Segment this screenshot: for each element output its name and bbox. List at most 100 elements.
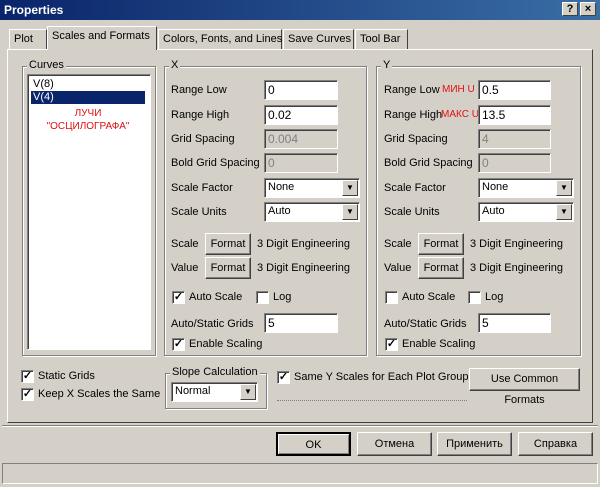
y-bold-grid-input[interactable]: 0 bbox=[478, 153, 551, 173]
y-grid-spacing-input[interactable]: 4 bbox=[478, 129, 551, 149]
x-scale-units-select[interactable]: Auto ▼ bbox=[264, 202, 360, 222]
y-range-low-note: МИН U bbox=[442, 84, 475, 95]
cancel-button[interactable]: Отмена bbox=[357, 432, 432, 456]
y-auto-scale-checkbox[interactable] bbox=[385, 291, 398, 304]
tab-label: Plot bbox=[14, 33, 33, 45]
x-scale-format-button[interactable]: Format bbox=[205, 233, 251, 255]
apply-button[interactable]: Применить bbox=[437, 432, 512, 456]
curves-group-label: Curves bbox=[27, 59, 66, 71]
select-value: Auto bbox=[268, 205, 291, 217]
dialog-separator bbox=[2, 425, 598, 427]
y-scale-format-text: 3 Digit Engineering bbox=[470, 238, 563, 250]
title-bar: Properties bbox=[0, 0, 600, 20]
x-group-label: X bbox=[169, 59, 181, 71]
y-group-label: Y bbox=[381, 59, 393, 71]
curves-annotation-1: ЛУЧИ bbox=[74, 108, 102, 119]
x-auto-scale-checkbox[interactable]: ✓ bbox=[172, 291, 185, 304]
y-scale-label: Scale bbox=[384, 238, 412, 250]
x-value-format-text: 3 Digit Engineering bbox=[257, 262, 350, 274]
x-auto-static-input[interactable]: 5 bbox=[264, 313, 338, 333]
chevron-down-icon[interactable]: ▼ bbox=[342, 180, 358, 196]
x-scale-format-text: 3 Digit Engineering bbox=[257, 238, 350, 250]
y-scale-factor-select[interactable]: None ▼ bbox=[478, 178, 574, 198]
static-grids-label: Static Grids bbox=[38, 370, 95, 382]
ok-button[interactable]: OK bbox=[276, 432, 351, 456]
curves-annotation-2: "ОСЦИЛОГРАФА" bbox=[46, 121, 130, 132]
y-range-high-note: МАКС U bbox=[441, 109, 479, 120]
y-range-low-input[interactable]: 0.5 bbox=[478, 80, 551, 100]
y-value-label: Value bbox=[384, 262, 412, 274]
y-value-format-text: 3 Digit Engineering bbox=[470, 262, 563, 274]
y-range-high-label: Range High bbox=[384, 109, 443, 121]
x-scale-factor-label: Scale Factor bbox=[171, 182, 233, 194]
y-range-high-input[interactable]: 13.5 bbox=[478, 105, 551, 125]
same-y-scales-label: Same Y Scales for Each Plot Group bbox=[294, 371, 469, 383]
y-range-low-label: Range Low bbox=[384, 84, 440, 96]
separator-line bbox=[277, 400, 467, 401]
curves-list[interactable]: V(8) V(4) ЛУЧИ "ОСЦИЛОГРАФА" bbox=[27, 74, 151, 350]
select-value: Auto bbox=[482, 205, 505, 217]
x-range-low-input[interactable]: 0 bbox=[264, 80, 338, 100]
y-auto-scale-label: Auto Scale bbox=[402, 291, 456, 303]
x-log-checkbox[interactable] bbox=[256, 291, 269, 304]
x-auto-scale-label: Auto Scale bbox=[189, 291, 243, 303]
x-bold-grid-label: Bold Grid Spacing bbox=[171, 157, 260, 169]
y-scale-units-select[interactable]: Auto ▼ bbox=[478, 202, 574, 222]
tab-tool-bar[interactable]: Tool Bar bbox=[355, 29, 408, 49]
y-enable-scaling-checkbox[interactable]: ✓ bbox=[385, 338, 398, 351]
select-value: Normal bbox=[175, 385, 211, 397]
x-value-format-button[interactable]: Format bbox=[205, 257, 251, 279]
help-button[interactable]: Справка bbox=[518, 432, 593, 456]
slope-calculation-select[interactable]: Normal ▼ bbox=[171, 382, 258, 402]
tab-label: Tool Bar bbox=[360, 33, 401, 45]
y-scale-format-button[interactable]: Format bbox=[418, 233, 464, 255]
y-bold-grid-label: Bold Grid Spacing bbox=[384, 157, 473, 169]
keep-x-scales-label: Keep X Scales the Same bbox=[38, 388, 161, 400]
tab-scales-and-formats[interactable]: Scales and Formats bbox=[47, 26, 157, 50]
keep-x-scales-checkbox[interactable]: ✓ bbox=[21, 388, 34, 401]
list-item-selected[interactable]: V(4) bbox=[31, 91, 145, 104]
tab-label: Scales and Formats bbox=[52, 30, 150, 42]
y-enable-scaling-label: Enable Scaling bbox=[402, 338, 476, 350]
select-value: None bbox=[482, 181, 509, 193]
x-scale-factor-select[interactable]: None ▼ bbox=[264, 178, 360, 198]
x-log-label: Log bbox=[273, 291, 292, 303]
x-enable-scaling-checkbox[interactable]: ✓ bbox=[172, 338, 185, 351]
static-grids-checkbox[interactable]: ✓ bbox=[21, 370, 34, 383]
x-range-high-input[interactable]: 0.02 bbox=[264, 105, 338, 125]
select-value: None bbox=[268, 181, 295, 193]
list-item[interactable]: V(8) bbox=[31, 78, 145, 91]
x-range-high-label: Range High bbox=[171, 109, 230, 121]
x-auto-static-label: Auto/Static Grids bbox=[171, 318, 254, 330]
slope-calculation-label: Slope Calculation bbox=[170, 366, 260, 378]
chevron-down-icon[interactable]: ▼ bbox=[342, 204, 358, 220]
chevron-down-icon[interactable]: ▼ bbox=[556, 204, 572, 220]
chevron-down-icon[interactable]: ▼ bbox=[240, 384, 256, 400]
x-bold-grid-input[interactable]: 0 bbox=[264, 153, 338, 173]
use-common-formats-button[interactable]: Use Common Formats bbox=[469, 368, 580, 406]
x-value-label: Value bbox=[171, 262, 199, 274]
tab-colors-fonts-lines[interactable]: Colors, Fonts, and Lines bbox=[158, 29, 282, 49]
y-scale-factor-label: Scale Factor bbox=[384, 182, 446, 194]
tab-save-curves[interactable]: Save Curves bbox=[283, 29, 354, 49]
y-auto-static-input[interactable]: 5 bbox=[478, 313, 551, 333]
y-scale-units-label: Scale Units bbox=[384, 206, 440, 218]
tab-label: Colors, Fonts, and Lines bbox=[163, 33, 283, 45]
chevron-down-icon[interactable]: ▼ bbox=[556, 180, 572, 196]
tab-plot[interactable]: Plot bbox=[9, 29, 47, 49]
y-grid-spacing-label: Grid Spacing bbox=[384, 133, 448, 145]
window-title: Properties bbox=[4, 3, 64, 17]
same-y-scales-checkbox[interactable]: ✓ bbox=[277, 371, 290, 384]
close-button[interactable]: × bbox=[580, 2, 596, 16]
x-scale-label: Scale bbox=[171, 238, 199, 250]
y-value-format-button[interactable]: Format bbox=[418, 257, 464, 279]
y-log-label: Log bbox=[485, 291, 504, 303]
status-bar bbox=[2, 463, 598, 484]
x-scale-units-label: Scale Units bbox=[171, 206, 227, 218]
x-enable-scaling-label: Enable Scaling bbox=[189, 338, 263, 350]
x-range-low-label: Range Low bbox=[171, 84, 227, 96]
help-title-button[interactable]: ? bbox=[562, 2, 578, 16]
y-log-checkbox[interactable] bbox=[468, 291, 481, 304]
x-grid-spacing-label: Grid Spacing bbox=[171, 133, 235, 145]
x-grid-spacing-input[interactable]: 0.004 bbox=[264, 129, 338, 149]
